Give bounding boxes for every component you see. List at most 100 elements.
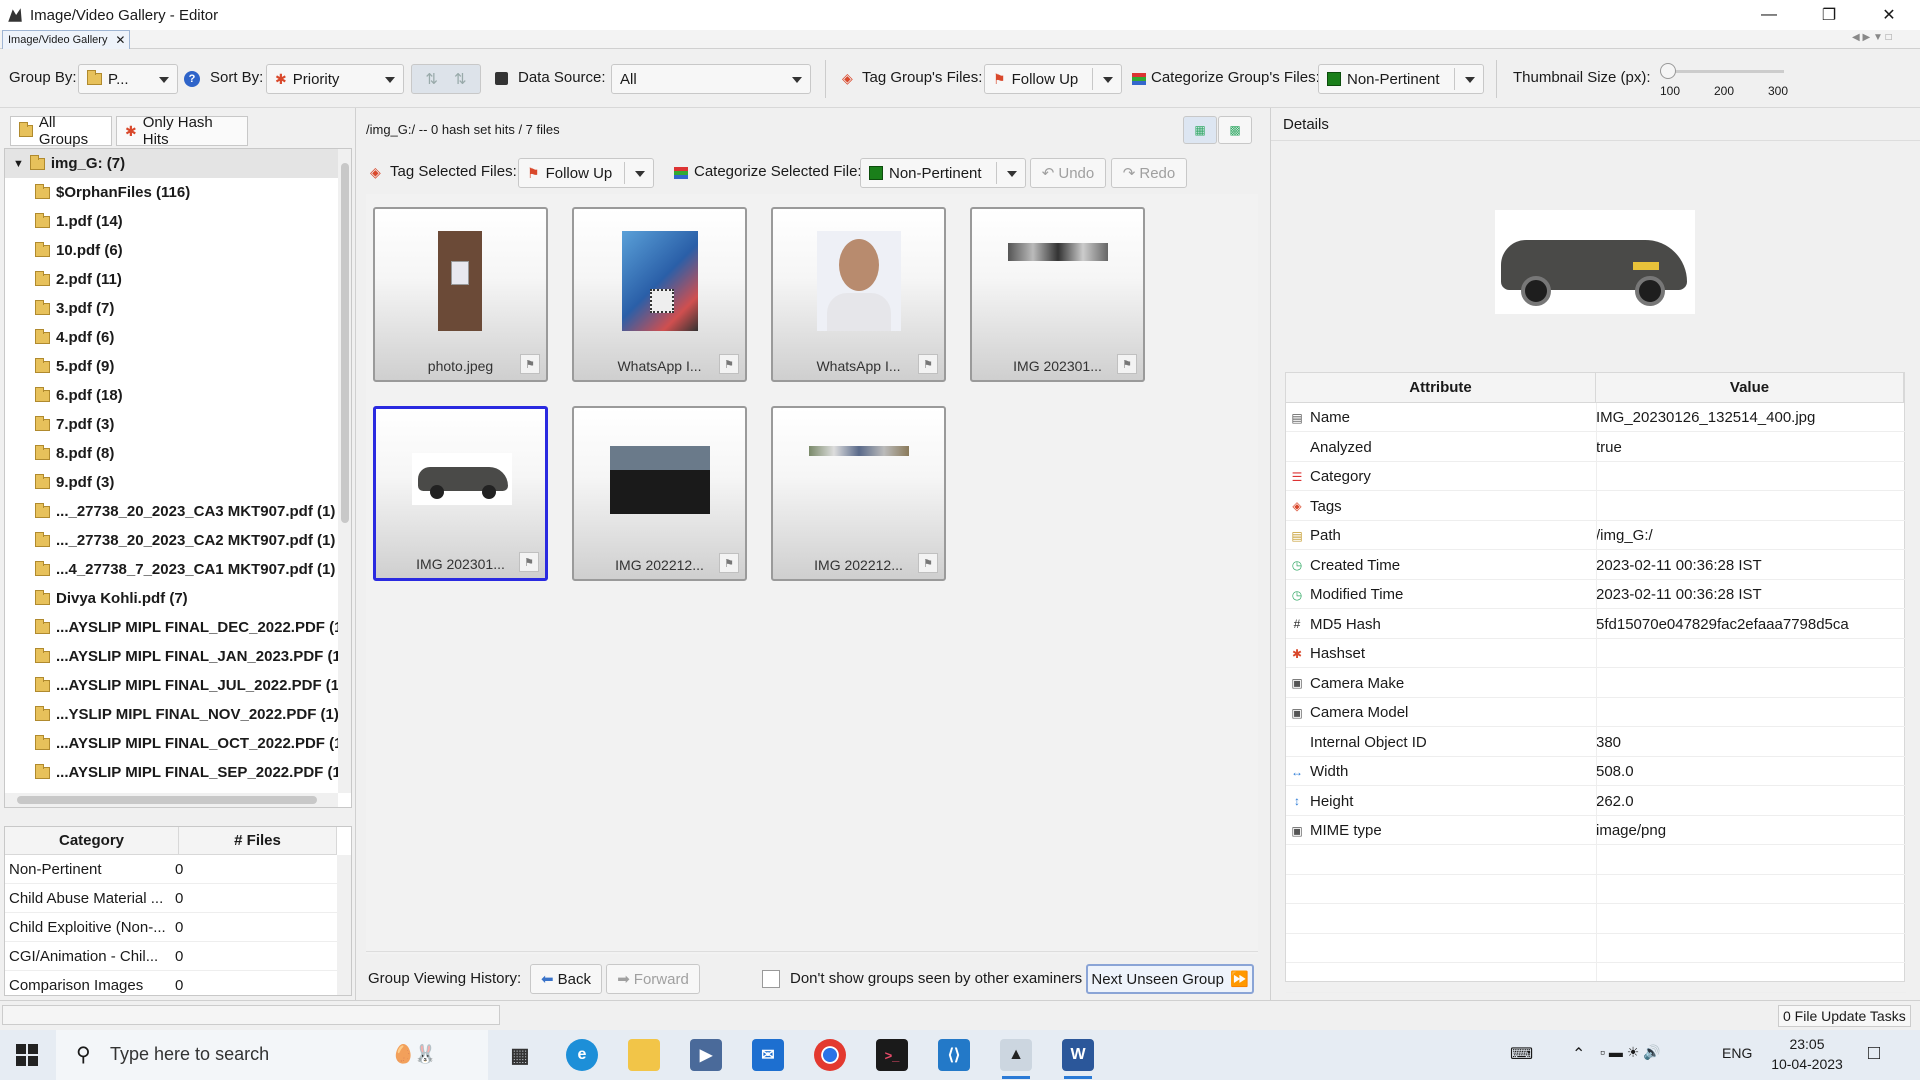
tree-item[interactable]: 4.pdf (6) [5,323,114,352]
tree-item[interactable]: ...AYSLIP MIPL FINAL_JUL_2022.PDF (1) [5,671,344,700]
category-name[interactable]: Non-Pertinent [5,855,171,884]
sort-order-toggle[interactable]: ⇅ ⇅ [411,64,481,94]
flag-icon[interactable]: ⚑ [519,552,539,572]
grid-view-button[interactable]: ▦ [1183,116,1217,144]
tree-item[interactable]: ...AYSLIP MIPL FINAL_SEP_2022.PDF (1) [5,758,346,787]
tab-only-hash-hits[interactable]: ✱ Only Hash Hits [116,114,248,148]
slider-thumb[interactable] [1660,63,1676,79]
back-button[interactable]: ⬅ Back [530,964,602,994]
system-tray-icons[interactable]: ▫ ▬ ☀ 🔊 [1600,1044,1661,1061]
tag-group-combo[interactable]: ⚑ Follow Up [984,64,1122,94]
file-update-tasks[interactable]: 0 File Update Tasks [1778,1005,1911,1027]
thumbnail[interactable]: IMG 202212... ⚑ [572,406,747,581]
tree-item[interactable]: ...AYSLIP MIPL FINAL_DEC_2022.PDF (1) [5,613,347,642]
category-name[interactable]: Comparison Images [5,971,171,995]
sort-descending-icon[interactable]: ⇅ [454,70,467,88]
tree-item[interactable]: ...AYSLIP MIPL FINAL_JAN_2023.PDF (1) [5,642,346,671]
tree-item[interactable]: Divya Kohli.pdf (7) [5,584,188,613]
tree-item[interactable]: 1.pdf (14) [5,207,123,236]
thumbnail[interactable]: WhatsApp I... ⚑ [572,207,747,382]
scrollbar-thumb[interactable] [17,796,317,804]
thumbnail[interactable]: IMG 202301... ⚑ [970,207,1145,382]
slideshow-view-button[interactable]: ▩ [1218,116,1252,144]
category-name[interactable]: Child Abuse Material ... [5,884,171,913]
tree-item[interactable]: 7.pdf (3) [5,410,114,439]
tree-item[interactable]: 2.pdf (11) [5,265,122,294]
tree-item[interactable]: ...4_27738_7_2023_CA1 MKT907.pdf (1) [5,555,335,584]
tree-item[interactable]: 8.pdf (8) [5,439,114,468]
language-indicator[interactable]: ENG [1722,1045,1752,1061]
flag-icon[interactable]: ⚑ [918,354,938,374]
category-name[interactable]: Child Exploitive (Non-... [5,913,171,942]
tree-item[interactable]: 10.pdf (6) [5,236,123,265]
forward-button[interactable]: ➡ Forward [606,964,700,994]
thumbnail[interactable]: photo.jpeg ⚑ [373,207,548,382]
flag-icon[interactable]: ⚑ [719,553,739,573]
categorize-group-combo[interactable]: Non-Pertinent [1318,64,1484,94]
minimize-button[interactable]: — [1740,0,1798,30]
value-column-header[interactable]: Value [1596,373,1904,403]
vscode-icon[interactable]: ⟨⟩ [938,1039,970,1071]
close-button[interactable]: ✕ [1860,0,1918,30]
terminal-icon[interactable]: >_ [876,1039,908,1071]
flag-icon[interactable]: ⚑ [1117,354,1137,374]
flag-icon[interactable]: ⚑ [520,354,540,374]
thumbnail-selected[interactable]: IMG 202301... ⚑ [373,406,548,581]
categorize-selected-combo[interactable]: Non-Pertinent [860,158,1026,188]
category-vertical-scrollbar[interactable] [337,855,351,995]
tree-item[interactable]: ...AYSLIP MIPL FINAL_OCT_2022.PDF (1) [5,729,347,758]
sort-by-combo[interactable]: ✱ Priority [266,64,404,94]
tree-item[interactable]: $OrphanFiles (116) [5,178,190,207]
task-view-icon[interactable]: ▦ [504,1039,536,1071]
group-by-combo[interactable]: P... [78,64,178,94]
tab-all-groups[interactable]: All Groups [10,114,112,148]
restore-button[interactable]: ❐ [1800,0,1858,30]
autopsy-icon[interactable]: ▶ [690,1039,722,1071]
edge-icon[interactable]: e [566,1039,598,1071]
tree-item[interactable]: ..._27738_20_2023_CA2 MKT907.pdf (1) [5,526,335,555]
tree-item[interactable]: ..._27738_20_2023_CA3 MKT907.pdf (1) [5,497,335,526]
chevron-up-icon[interactable]: ⌃ [1572,1044,1585,1064]
thumbnail[interactable]: IMG 202212... ⚑ [771,406,946,581]
tree-vertical-scrollbar[interactable] [338,149,351,793]
redo-button[interactable]: ↷ Redo [1111,158,1187,188]
tree-item[interactable]: 6.pdf (18) [5,381,123,410]
expand-icon[interactable]: ▼ [13,158,24,170]
clock-time[interactable]: 23:05 [1772,1036,1842,1052]
undo-button[interactable]: ↶ Undo [1030,158,1106,188]
tag-selected-combo[interactable]: ⚑ Follow Up [518,158,654,188]
chrome-icon[interactable] [814,1039,846,1071]
tree-root[interactable]: ▼ img_G: (7) [5,149,341,178]
data-source-combo[interactable]: All [611,64,811,94]
tree-horizontal-scrollbar[interactable] [5,793,338,807]
flag-icon[interactable]: ⚑ [918,553,938,573]
keyboard-icon[interactable]: ⌨ [1510,1044,1533,1064]
tab-image-video-gallery[interactable]: Image/Video Gallery ✕ [2,30,131,49]
attribute-column-header[interactable]: Attribute [1286,373,1596,403]
tree-item[interactable]: 5.pdf (9) [5,352,114,381]
tree-item[interactable]: 3.pdf (7) [5,294,114,323]
dont-show-checkbox[interactable] [762,970,780,988]
tree-item[interactable]: ...YSLIP MIPL FINAL_NOV_2022.PDF (1) [5,700,339,729]
file-explorer-icon[interactable] [628,1039,660,1071]
sort-ascending-icon[interactable]: ⇅ [425,70,438,88]
files-column-header[interactable]: # Files [179,827,337,855]
autopsy-active-icon[interactable]: ▲ [1000,1039,1032,1071]
taskbar-search-box[interactable]: ⚲ Type here to search 🥚🐰 [56,1030,488,1080]
close-tab-icon[interactable]: ✕ [115,31,125,49]
group-tree[interactable]: ▼ img_G: (7) $OrphanFiles (116) 1.pdf (14… [4,148,352,808]
tab-scroll-icons[interactable]: ◀ ▶ ▼ □ [1852,32,1892,43]
category-column-header[interactable]: Category [5,827,179,855]
mail-icon[interactable]: ✉ [752,1039,784,1071]
thumbnail-size-slider[interactable]: 100 200 300 [1660,63,1788,104]
next-unseen-group-button[interactable]: Next Unseen Group ⏩ [1086,964,1254,994]
help-icon[interactable]: ? [184,71,200,87]
word-icon[interactable]: W [1062,1039,1094,1071]
flag-icon[interactable]: ⚑ [719,354,739,374]
tree-item[interactable]: 9.pdf (3) [5,468,114,497]
category-name[interactable]: CGI/Animation - Chil... [5,942,171,971]
scrollbar-thumb[interactable] [341,163,349,523]
thumbnail[interactable]: WhatsApp I... ⚑ [771,207,946,382]
windows-start-icon[interactable] [16,1044,38,1066]
clock-date[interactable]: 10-04-2023 [1762,1056,1852,1072]
